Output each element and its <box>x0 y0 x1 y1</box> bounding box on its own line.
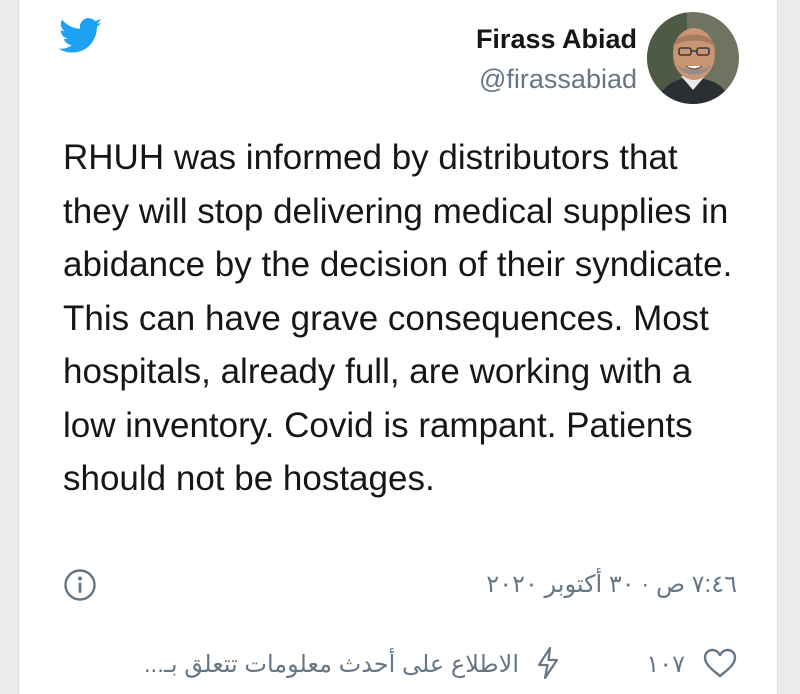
tweet-card: Firass Abiad @firassabiad RHUH was infor… <box>18 0 778 694</box>
tweet-meta-row: ٧:٤٦ ص · ٣٠ أكتوبر ٢٠٢٠ <box>63 566 737 606</box>
related-info-link[interactable]: الاطلاع على أحدث معلومات تتعلق بـ... <box>144 650 519 679</box>
author-block[interactable]: Firass Abiad @firassabiad <box>476 22 637 96</box>
heart-icon[interactable] <box>703 648 737 678</box>
tweet-timestamp[interactable]: ٧:٤٦ ص · ٣٠ أكتوبر ٢٠٢٠ <box>486 570 737 599</box>
tweet-action-row: ١٠٧ الاطلاع على أحدث معلومات تتعلق بـ... <box>63 642 737 686</box>
author-name[interactable]: Firass Abiad <box>476 22 637 56</box>
twitter-bird-icon <box>59 18 102 53</box>
bolt-icon[interactable] <box>535 646 561 680</box>
like-count[interactable]: ١٠٧ <box>646 650 685 679</box>
tweet-text: RHUH was informed by distributors that t… <box>63 138 733 498</box>
author-handle[interactable]: @firassabiad <box>476 62 637 96</box>
avatar[interactable] <box>647 12 739 104</box>
info-icon[interactable] <box>63 568 97 602</box>
